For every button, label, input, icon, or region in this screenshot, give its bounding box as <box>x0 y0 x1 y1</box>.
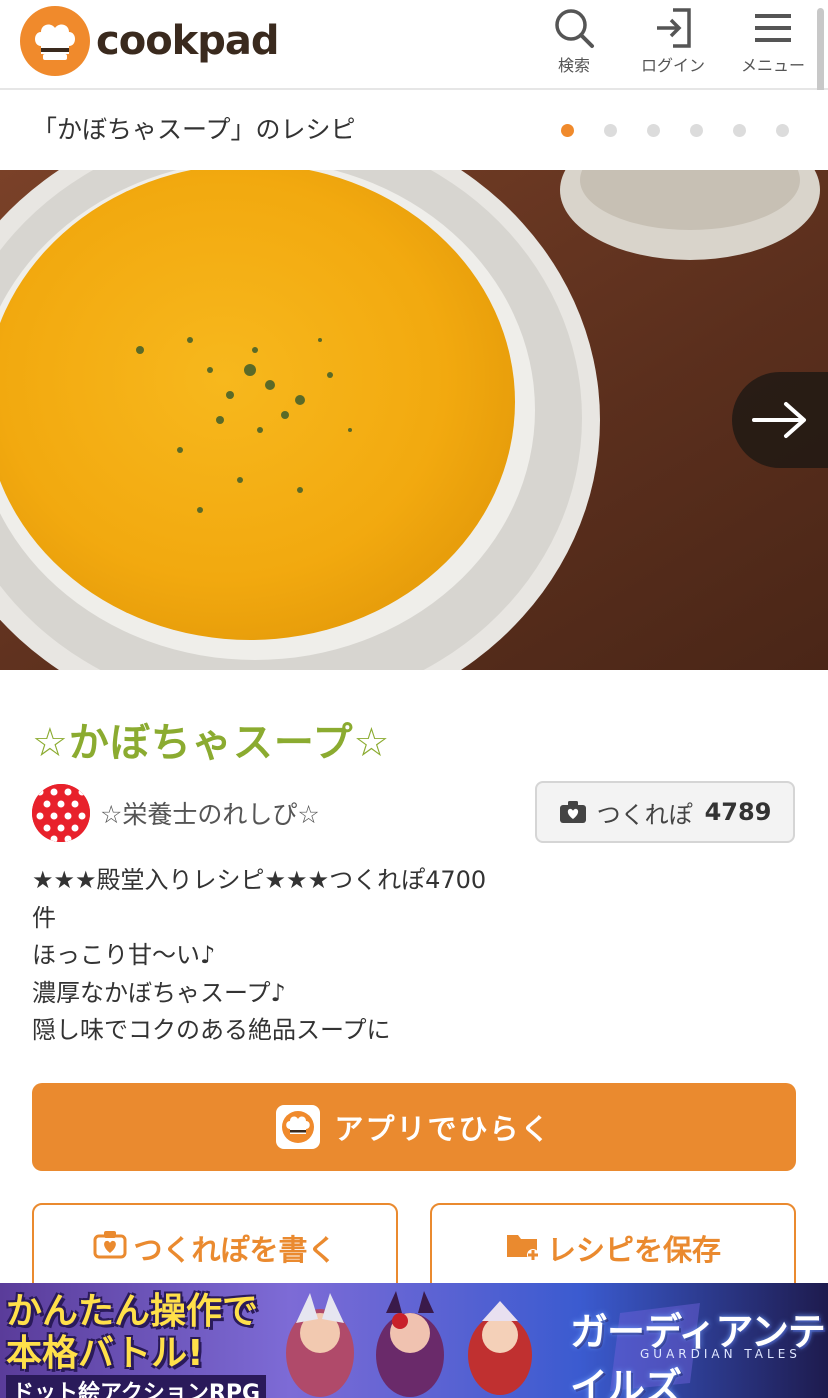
carousel-dot[interactable] <box>604 124 617 137</box>
login-button[interactable]: ログイン <box>628 6 718 82</box>
carousel-title: 「かぼちゃスープ」のレシピ <box>32 115 356 144</box>
cookpad-logo[interactable]: cookpad <box>20 6 280 76</box>
camera-heart-icon <box>559 801 586 823</box>
save-recipe-label: レシピを保存 <box>546 1233 721 1267</box>
search-icon <box>555 9 594 48</box>
ad-game-logo-sub: GUARDIAN TALES <box>640 1347 801 1361</box>
logo-text: cookpad <box>96 18 280 64</box>
author-name[interactable]: ☆栄養士のれしぴ☆ <box>100 795 320 831</box>
recipe-description: ★★★殿堂入りレシピ★★★つくれぽ4700 件 ほっこり甘〜い♪ 濃厚なかぼちゃ… <box>32 862 552 1050</box>
recipe-photo[interactable] <box>0 170 828 670</box>
carousel-dot[interactable] <box>561 124 574 137</box>
description-line: 濃厚なかぼちゃスープ♪ <box>32 978 286 1007</box>
menu-button[interactable]: メニュー <box>728 6 818 82</box>
recipe-title: ☆かぼちゃスープ☆ <box>32 720 391 766</box>
author[interactable]: ☆栄養士のれしぴ☆ <box>32 784 320 842</box>
ad-banner[interactable]: かんたん操作で 本格バトル! ドット絵アクションRPG ガーディアンテイルズ G… <box>0 1283 828 1398</box>
write-tsukurepo-label: つくれぽを書く <box>133 1233 337 1267</box>
description-line: ★★★殿堂入りレシピ★★★つくれぽ4700 <box>32 866 487 894</box>
tsukurepo-label: つくれぽ <box>596 800 693 829</box>
carousel-dot[interactable] <box>776 124 789 137</box>
description-line: 隠し味でコクのある絶品スープに <box>32 1016 391 1044</box>
ad-headline: かんたん操作で 本格バトル! <box>6 1291 258 1375</box>
carousel-dot[interactable] <box>647 124 660 137</box>
ad-subline: ドット絵アクションRPG <box>6 1375 267 1398</box>
open-in-app-label: アプリでひらく <box>334 1112 552 1146</box>
login-icon <box>657 8 691 48</box>
next-photo-button[interactable] <box>732 372 828 468</box>
folder-add-icon <box>506 1235 539 1261</box>
search-label: 検索 <box>557 56 590 75</box>
menu-label: メニュー <box>740 56 805 75</box>
description-line: ほっこり甘〜い♪ <box>32 941 216 969</box>
cookpad-app-icon <box>276 1105 321 1149</box>
carousel-dot[interactable] <box>690 124 703 137</box>
header: cookpad 検索 ログイン メニュー <box>0 0 828 128</box>
ad-headline-line: かんたん操作で <box>6 1291 259 1332</box>
pumpkin-soup-image <box>0 170 828 670</box>
avatar[interactable] <box>32 784 90 842</box>
search-button[interactable]: 検索 <box>529 6 619 82</box>
ad-headline-line: 本格バトル! <box>6 1333 204 1374</box>
camera-heart-icon <box>93 1231 127 1259</box>
arrow-right-icon <box>752 402 806 438</box>
open-in-app-button[interactable]: アプリでひらく <box>32 1083 796 1171</box>
carousel-dot[interactable] <box>733 124 746 137</box>
chef-hat-icon <box>20 6 90 76</box>
carousel-header: 「かぼちゃスープ」のレシピ <box>0 90 828 170</box>
hamburger-menu-icon <box>755 14 791 42</box>
tsukurepo-count: 4789 <box>704 798 772 826</box>
description-line: 件 <box>32 903 56 932</box>
login-label: ログイン <box>640 56 705 75</box>
tsukurepo-count-button[interactable]: つくれぽ 4789 <box>535 781 795 843</box>
